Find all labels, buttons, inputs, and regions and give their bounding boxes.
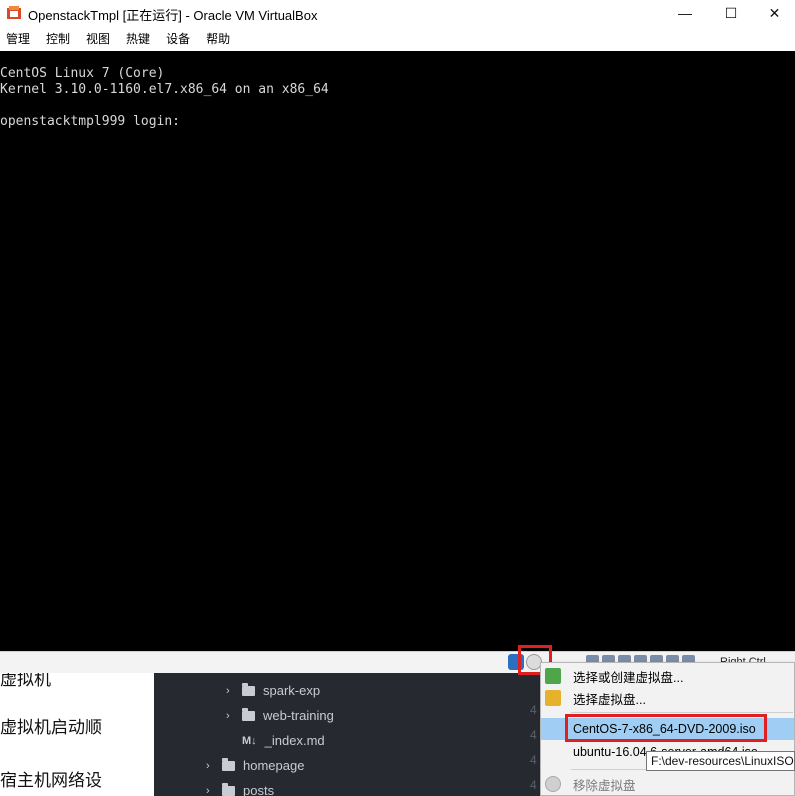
menu-manage[interactable]: 管理 [6, 30, 30, 47]
menu-view[interactable]: 视图 [86, 30, 110, 47]
bg-text-line: 虚拟机 [0, 673, 51, 689]
minimize-button[interactable]: — [662, 0, 708, 26]
menu-help[interactable]: 帮助 [206, 30, 230, 47]
chevron-right-icon: › [206, 784, 210, 796]
bg-text-line: 宿主机网络设 [0, 771, 102, 790]
path-tooltip: F:\dev-resources\LinuxISO [646, 751, 795, 771]
menu-item-choose-disk[interactable]: 选择虚拟盘... [541, 687, 794, 709]
virtualbox-app-icon [7, 6, 21, 19]
menu-item-remove-disk[interactable]: 移除虚拟盘 [541, 773, 794, 795]
folder-icon [242, 707, 255, 721]
menu-bar: 管理 控制 视图 热键 设备 帮助 [0, 26, 795, 50]
close-button[interactable]: ✕ [754, 0, 795, 26]
title-bar: OpenstackTmpl [正在运行] - Oracle VM Virtual… [0, 0, 795, 26]
line-number: 4 [530, 778, 537, 792]
tree-item-file: M↓ _index.md [242, 733, 325, 748]
console-line-login: openstacktmpl999 login: [0, 114, 181, 129]
tree-item-folder: › web-training [226, 707, 334, 723]
line-number: 4 [530, 728, 537, 742]
centos-iso-highlight [565, 714, 767, 742]
tree-item-folder: › spark-exp [226, 682, 321, 698]
folder-icon [222, 757, 235, 771]
tree-item-folder: › homepage [206, 757, 305, 773]
remove-disk-icon [545, 776, 561, 792]
menu-hotkeys[interactable]: 热键 [126, 30, 150, 47]
chevron-right-icon: › [226, 709, 230, 722]
menu-control[interactable]: 控制 [46, 30, 70, 47]
background-document: 虚拟机 虚拟机启动顺 宿主机网络设 [0, 673, 154, 796]
bg-text-line: 虚拟机启动顺 [0, 718, 102, 737]
chevron-right-icon: › [226, 684, 230, 697]
vm-console[interactable]: CentOS Linux 7 (Core) Kernel 3.10.0-1160… [0, 51, 795, 651]
window-title: OpenstackTmpl [正在运行] - Oracle VM Virtual… [28, 8, 318, 23]
maximize-button[interactable]: ☐ [708, 0, 754, 26]
choose-disk-icon [545, 690, 561, 706]
markdown-icon: M↓ [242, 734, 257, 747]
line-number: 4 [530, 703, 537, 717]
folder-icon [222, 782, 235, 796]
line-number: 4 [530, 753, 537, 767]
menu-devices[interactable]: 设备 [166, 30, 190, 47]
background-editor: › spark-exp › web-training M↓ _index.md … [154, 673, 540, 796]
console-line-kernel: Kernel 3.10.0-1160.el7.x86_64 on an x86_… [0, 82, 329, 97]
menu-separator [571, 712, 793, 713]
console-line-os: CentOS Linux 7 (Core) [0, 66, 165, 81]
create-disk-icon [545, 668, 561, 684]
folder-icon [242, 682, 255, 696]
tree-item-folder: › posts [206, 782, 275, 796]
menu-item-create-disk[interactable]: 选择或创建虚拟盘... [541, 665, 794, 687]
chevron-right-icon: › [206, 759, 210, 772]
